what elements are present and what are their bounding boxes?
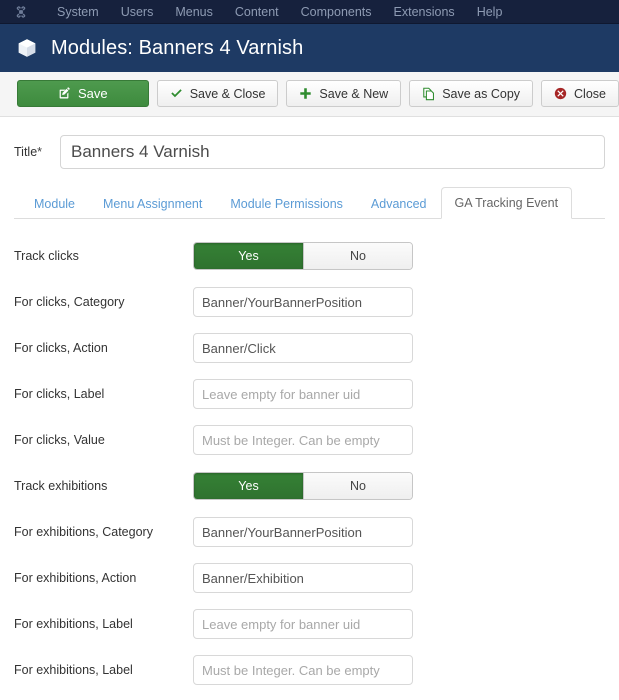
track-clicks-toggle[interactable]: Yes No [193, 242, 413, 270]
page-header: Modules: Banners 4 Varnish [0, 24, 619, 72]
form-row-clicks-category: For clicks, Category [14, 279, 605, 325]
check-icon [170, 87, 183, 100]
save-as-copy-label: Save as Copy [442, 86, 521, 101]
exhibitions-label-input[interactable] [193, 609, 413, 639]
field-clicks-category [193, 287, 413, 317]
form-row-exhibitions-action: For exhibitions, Action [14, 555, 605, 601]
field-exhibitions-category [193, 517, 413, 547]
tab-bar: Module Menu Assignment Module Permission… [14, 187, 605, 219]
content-area: Title* Module Menu Assignment Module Per… [0, 117, 619, 693]
close-button-label: Close [574, 86, 606, 101]
field-track-clicks: Yes No [193, 242, 413, 270]
tab-module-permissions[interactable]: Module Permissions [216, 188, 357, 219]
copy-pages-icon [422, 87, 435, 101]
close-circle-icon [554, 87, 567, 100]
label-clicks-action: For clicks, Action [14, 341, 108, 355]
track-clicks-no-option[interactable]: No [303, 243, 412, 269]
save-and-new-button[interactable]: Save & New [286, 80, 402, 107]
tab-advanced[interactable]: Advanced [357, 188, 441, 219]
cube-box-icon [14, 35, 40, 61]
field-clicks-action [193, 333, 413, 363]
exhibitions-action-input[interactable] [193, 563, 413, 593]
edit-pencil-square-icon [58, 87, 71, 100]
form-row-exhibitions-label: For exhibitions, Label [14, 601, 605, 647]
label-exhibitions-value: For exhibitions, Label [14, 663, 133, 677]
exhibitions-category-input[interactable] [193, 517, 413, 547]
label-exhibitions-label: For exhibitions, Label [14, 617, 133, 631]
track-exhibitions-yes-option[interactable]: Yes [194, 473, 303, 499]
tab-menu-assignment[interactable]: Menu Assignment [89, 188, 216, 219]
field-exhibitions-label [193, 609, 413, 639]
nav-item-menus[interactable]: Menus [164, 0, 224, 24]
title-field-label: Title* [14, 145, 60, 159]
form-row-clicks-value: For clicks, Value [14, 417, 605, 463]
save-and-close-button[interactable]: Save & Close [156, 80, 279, 107]
admin-nav-bar: System Users Menus Content Components Ex… [0, 0, 619, 24]
required-marker: * [37, 145, 43, 159]
nav-item-extensions[interactable]: Extensions [383, 0, 466, 24]
joomla-logo-icon[interactable] [10, 1, 32, 23]
save-and-new-label: Save & New [319, 86, 389, 101]
label-track-clicks: Track clicks [14, 249, 79, 263]
label-clicks-value: For clicks, Value [14, 433, 105, 447]
label-exhibitions-category: For exhibitions, Category [14, 525, 153, 539]
ga-tracking-event-panel: Track clicks Yes No For clicks, Category… [14, 219, 605, 693]
nav-item-help[interactable]: Help [466, 0, 514, 24]
form-row-clicks-label: For clicks, Label [14, 371, 605, 417]
toolbar: Save Save & Close Save & New Save as Cop… [0, 72, 619, 117]
save-button[interactable]: Save [17, 80, 149, 107]
nav-item-system[interactable]: System [46, 0, 110, 24]
label-exhibitions-action: For exhibitions, Action [14, 571, 137, 585]
form-row-track-clicks: Track clicks Yes No [14, 233, 605, 279]
clicks-label-input[interactable] [193, 379, 413, 409]
page-title: Modules: Banners 4 Varnish [51, 36, 304, 59]
field-track-exhibitions: Yes No [193, 472, 413, 500]
field-clicks-value [193, 425, 413, 455]
nav-item-content[interactable]: Content [224, 0, 290, 24]
form-row-exhibitions-category: For exhibitions, Category [14, 509, 605, 555]
form-row-clicks-action: For clicks, Action [14, 325, 605, 371]
track-clicks-yes-option[interactable]: Yes [194, 243, 303, 269]
field-clicks-label [193, 379, 413, 409]
form-row-exhibitions-value: For exhibitions, Label [14, 647, 605, 693]
title-field-row: Title* [14, 117, 605, 183]
tab-module[interactable]: Module [20, 188, 89, 219]
track-exhibitions-toggle[interactable]: Yes No [193, 472, 413, 500]
title-label-text: Title [14, 145, 38, 159]
title-input[interactable] [60, 135, 605, 169]
save-button-label: Save [78, 86, 108, 101]
plus-icon [299, 87, 312, 100]
clicks-action-input[interactable] [193, 333, 413, 363]
field-exhibitions-action [193, 563, 413, 593]
clicks-category-input[interactable] [193, 287, 413, 317]
field-exhibitions-value [193, 655, 413, 685]
nav-item-components[interactable]: Components [290, 0, 383, 24]
exhibitions-value-input[interactable] [193, 655, 413, 685]
close-button[interactable]: Close [541, 80, 619, 107]
tab-ga-tracking-event[interactable]: GA Tracking Event [440, 187, 573, 219]
form-row-track-exhibitions: Track exhibitions Yes No [14, 463, 605, 509]
label-track-exhibitions: Track exhibitions [14, 479, 108, 493]
clicks-value-input[interactable] [193, 425, 413, 455]
nav-item-users[interactable]: Users [110, 0, 165, 24]
save-and-close-label: Save & Close [189, 86, 266, 101]
track-exhibitions-no-option[interactable]: No [303, 473, 412, 499]
save-as-copy-button[interactable]: Save as Copy [409, 80, 534, 107]
label-clicks-label: For clicks, Label [14, 387, 105, 401]
label-clicks-category: For clicks, Category [14, 295, 125, 309]
